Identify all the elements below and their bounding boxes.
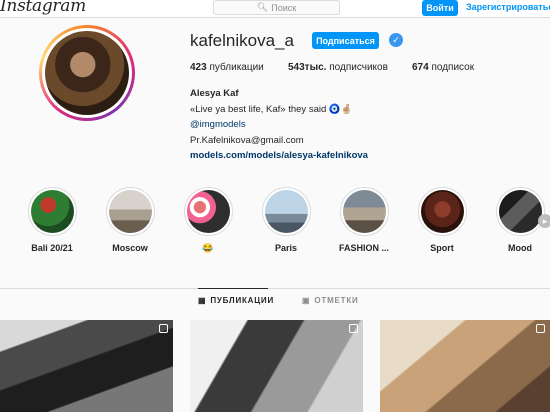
chevron-right-icon[interactable]: ▸ <box>538 214 550 228</box>
avatar-image <box>45 31 129 115</box>
profile-full-name: Alesya Kaf <box>190 88 239 99</box>
profile-username: kafelnikova_a <box>190 31 294 50</box>
active-tab-indicator <box>198 288 268 289</box>
profile-avatar[interactable] <box>39 25 135 121</box>
highlight-cover <box>498 190 542 233</box>
posts-stat[interactable]: 423 публикации <box>190 62 264 73</box>
highlight-cover <box>30 190 74 233</box>
highlight-item[interactable]: 😂 <box>178 187 238 254</box>
tab-tagged[interactable]: ▣ ОТМЕТКИ <box>302 296 359 305</box>
verified-badge-icon: ✓ <box>389 33 403 47</box>
profile-bio: Alesya Kaf «Live ya best life, Kaf» they… <box>190 86 368 164</box>
post-thumbnail[interactable] <box>380 320 550 412</box>
highlight-label: FASHION ... <box>338 243 389 253</box>
following-stat[interactable]: 674 подписок <box>412 62 474 73</box>
highlight-item[interactable]: Bali 20/21 <box>22 187 82 253</box>
instagram-logo[interactable]: Instagram <box>0 0 86 16</box>
follow-button[interactable]: Подписаться <box>312 32 379 49</box>
login-button[interactable]: Войти <box>422 0 458 16</box>
search-icon: 🔍︎ <box>256 2 269 12</box>
website-link[interactable]: models.com/models/alesya-kafelnikova <box>190 148 368 164</box>
top-navigation-bar: Instagram 🔍︎ Поиск Войти Зарегистрироват… <box>0 0 550 18</box>
highlight-cover <box>342 190 386 233</box>
bio-email: Pr.Kafelnikova@gmail.com <box>190 134 304 146</box>
highlight-label: Sport <box>430 243 454 253</box>
highlight-label: Moscow <box>112 243 148 253</box>
highlight-item[interactable]: Sport <box>412 187 472 253</box>
highlight-label: Bali 20/21 <box>31 243 73 253</box>
tab-posts[interactable]: ▦ ПУБЛИКАЦИИ <box>198 296 274 305</box>
highlight-cover <box>186 190 230 233</box>
multi-photo-icon <box>159 324 168 333</box>
followers-stat[interactable]: 543тыс. подписчиков <box>288 62 388 73</box>
post-thumbnail[interactable] <box>0 320 173 412</box>
story-highlights: Bali 20/21 Moscow 😂 Paris FASHION ... Sp… <box>0 187 550 262</box>
search-input[interactable]: 🔍︎ Поиск <box>213 0 340 15</box>
register-link[interactable]: Зарегистрироваться <box>466 2 550 12</box>
mention-link[interactable]: @imgmodels <box>190 117 368 133</box>
grid-icon: ▦ <box>198 296 207 305</box>
highlight-label: Mood <box>508 243 532 253</box>
post-thumbnail[interactable] <box>190 320 363 412</box>
highlight-item[interactable]: Paris <box>256 187 316 253</box>
highlight-label: 😂 <box>202 243 214 253</box>
highlight-cover <box>264 190 308 233</box>
highlight-cover <box>420 190 464 233</box>
multi-photo-icon <box>349 324 358 333</box>
highlight-item[interactable]: Moscow <box>100 187 160 253</box>
highlight-item[interactable]: FASHION ... <box>334 187 394 253</box>
highlight-label: Paris <box>274 243 298 253</box>
tabs-divider <box>0 288 550 289</box>
multi-photo-icon <box>536 324 545 333</box>
search-placeholder: Поиск <box>271 2 297 13</box>
tagged-icon: ▣ <box>302 296 311 305</box>
highlight-cover <box>108 190 152 233</box>
bio-quote: «Live ya best life, Kaf» they said 🧿🤞🏼 <box>190 103 353 115</box>
